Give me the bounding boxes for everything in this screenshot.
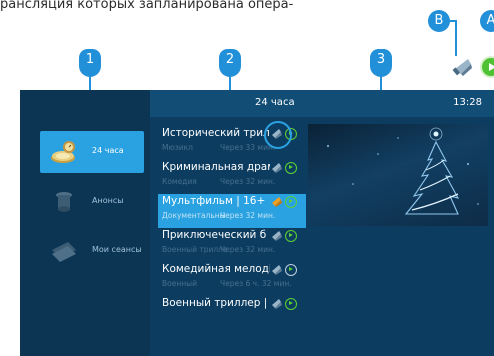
callout-marker-2: 2 (219, 49, 241, 77)
record-icon[interactable] (271, 162, 283, 174)
record-icon[interactable] (271, 230, 283, 242)
record-icon[interactable] (271, 264, 283, 276)
ticket-stack-icon (50, 238, 78, 264)
play-icon[interactable] (285, 230, 297, 242)
program-time: Через 32 мин. (220, 211, 276, 220)
record-icon (452, 56, 474, 78)
program-time: Через 32 мин. (220, 177, 276, 186)
play-icon[interactable] (285, 196, 297, 208)
sidebar-item-announcements[interactable]: Анонсы (20, 181, 150, 223)
sidebar-item-label: 24 часа (92, 146, 124, 155)
callout-line-b-drop (455, 20, 457, 56)
record-icon[interactable] (271, 196, 283, 208)
program-genre: Комедия (162, 177, 197, 186)
clock: 13:28 (453, 97, 482, 108)
program-time: Через 6 ч. 32 мин. (220, 279, 292, 288)
caption-fragment: рансляция которых запланирована опера- (0, 0, 294, 12)
program-title: Комедийная мелоді (162, 263, 270, 275)
header-title: 24 часа (255, 97, 295, 108)
program-genre: Документальны (162, 211, 226, 220)
sidebar-item-label: Анонсы (92, 196, 124, 205)
header-bar: 24 часа 13:28 (150, 90, 494, 117)
program-preview (308, 124, 488, 226)
sidebar: 24 часа Анонсы Мои сеансы (20, 90, 150, 356)
program-genre: Военный (162, 279, 197, 288)
play-icon[interactable] (285, 264, 297, 276)
program-title: Исторический трил (162, 127, 270, 139)
sidebar-item-label: Мои сеансы (92, 245, 142, 254)
program-row[interactable]: Криминальная драм Комедия Через 32 мин. (158, 160, 306, 194)
sidebar-item-24h[interactable]: 24 часа (20, 131, 150, 173)
program-time: Через 32 мин. (220, 245, 276, 254)
program-row[interactable]: Мультфильм | 16+ Документальны Через 32 … (158, 194, 306, 228)
christmas-tree-illustration (327, 127, 479, 215)
program-row[interactable]: Военный триллер | 1 (158, 296, 306, 330)
record-icon[interactable] (271, 298, 283, 310)
callout-marker-3: 3 (370, 49, 392, 77)
callout-marker-1: 1 (79, 49, 101, 77)
program-title: Военный триллер | 1 (162, 297, 270, 309)
trashbin-icon (50, 189, 78, 215)
program-title: Приключеческий б (162, 229, 267, 241)
sidebar-item-my-sessions[interactable]: Мои сеансы (20, 230, 150, 272)
callout-highlight-ring (264, 121, 292, 149)
program-genre: Мюзикл (162, 143, 193, 152)
callout-marker-a: A (480, 10, 494, 32)
program-row[interactable]: Приключеческий б Военный трилле Через 32… (158, 228, 306, 262)
play-icon[interactable] (285, 298, 297, 310)
program-row[interactable]: Комедийная мелоді Военный Через 6 ч. 32 … (158, 262, 306, 296)
stopwatch-icon (50, 139, 78, 165)
program-title: Криминальная драм (162, 161, 270, 173)
play-icon[interactable] (285, 162, 297, 174)
program-genre: Военный трилле (162, 245, 228, 254)
tv-screen: 24 часа Анонсы Мои сеансы 24 часа 13:28 … (20, 90, 494, 356)
play-icon (480, 56, 494, 78)
program-title: Мультфильм | 16+ (162, 195, 266, 207)
